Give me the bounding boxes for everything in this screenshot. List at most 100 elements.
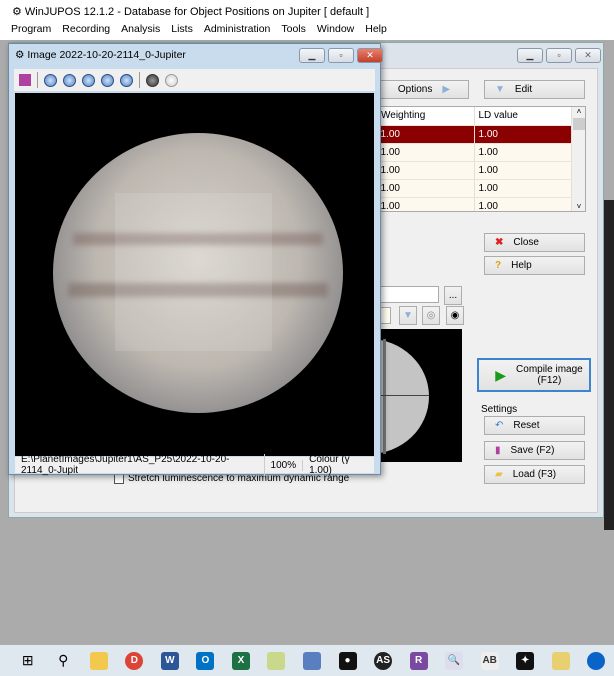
table-row[interactable]: 1.00 1.00 xyxy=(376,197,572,211)
help-label: Help xyxy=(511,260,532,271)
dropdown-button[interactable]: ▼ xyxy=(399,306,417,325)
red-x-icon: ✖ xyxy=(495,237,504,248)
menu-program[interactable]: Program xyxy=(11,23,51,40)
scroll-thumb[interactable] xyxy=(573,118,585,130)
light-circle-icon[interactable] xyxy=(165,73,178,87)
browse-button[interactable]: ... xyxy=(444,286,462,305)
excel-icon[interactable]: X xyxy=(223,645,259,676)
table-row[interactable]: 1.00 1.00 xyxy=(376,161,572,180)
table-scrollbar[interactable]: ˄ ˅ xyxy=(572,107,585,211)
ab-app-icon[interactable]: AB xyxy=(472,645,508,676)
image-status-bar: E:\PlanetImages\Jupiter1\AS_P25\2022-10-… xyxy=(15,454,374,476)
telescope-app-icon[interactable]: ✦ xyxy=(507,645,543,676)
status-zoom: 100% xyxy=(265,459,304,471)
maximize-button[interactable]: ▫ xyxy=(546,48,572,63)
app-title: WinJUPOS 12.1.2 - Database for Object Po… xyxy=(24,6,370,18)
compile-image-button[interactable]: ▶ Compile image (F12) xyxy=(477,358,591,392)
image-window: ⚙ Image 2022-10-20-2114_0-Jupiter ▁ ▫ ✕ … xyxy=(8,43,383,476)
network-app-icon[interactable] xyxy=(294,645,330,676)
reset-button[interactable]: ↶ Reset xyxy=(484,416,585,435)
stretch-horizontal-icon[interactable] xyxy=(120,73,133,87)
cell-ld: 1.00 xyxy=(474,197,572,211)
app-icon: ⚙ xyxy=(12,6,25,18)
taskbar: ⊞ ⚲ D W O X ● AS R 🔍 AB ✦ xyxy=(0,645,614,676)
menu-help[interactable]: Help xyxy=(365,23,387,40)
preview-meridian xyxy=(383,339,386,454)
minimize-button[interactable]: ▁ xyxy=(299,48,325,63)
zoom-reset-icon[interactable] xyxy=(63,73,76,87)
undo-icon: ↶ xyxy=(495,420,504,431)
menu-lists[interactable]: Lists xyxy=(171,23,193,40)
col-weighting[interactable]: Weighting xyxy=(376,107,475,126)
image-window-title: ⚙ Image 2022-10-20-2114_0-Jupiter xyxy=(15,49,186,61)
menu-analysis[interactable]: Analysis xyxy=(121,23,160,40)
table-row[interactable]: 1.00 1.00 xyxy=(376,179,572,198)
cell-ld: 1.00 xyxy=(474,143,572,162)
minimize-button[interactable]: ▁ xyxy=(517,48,543,63)
stretch-vertical-icon[interactable] xyxy=(101,73,114,87)
load-settings-button[interactable]: ▰ Load (F3) xyxy=(484,465,585,484)
chrome-icon[interactable]: D xyxy=(117,645,153,676)
notepad-app-icon[interactable] xyxy=(259,645,295,676)
separator xyxy=(37,72,38,88)
scroll-down[interactable]: ˅ xyxy=(572,202,585,211)
save-label: Save (F2) xyxy=(510,445,555,456)
save-icon[interactable] xyxy=(19,74,31,86)
options-button[interactable]: Options ▶ xyxy=(369,80,469,99)
magnifier-app-icon[interactable]: 🔍 xyxy=(436,645,472,676)
app-title-bar: ⚙ WinJUPOS 12.1.2 - Database for Object … xyxy=(0,0,614,23)
compile-shortcut: (F12) xyxy=(537,375,562,386)
background-window xyxy=(604,200,614,530)
col-ld-value[interactable]: LD value xyxy=(474,107,572,126)
cell-weighting: 1.00 xyxy=(376,143,475,162)
menu-tools[interactable]: Tools xyxy=(281,23,306,40)
compile-text: Compile image xyxy=(516,364,583,375)
menu-window[interactable]: Window xyxy=(317,23,354,40)
word-icon[interactable]: W xyxy=(152,645,188,676)
arrow-down-icon: ▼ xyxy=(495,84,505,95)
menu-administration[interactable]: Administration xyxy=(204,23,271,40)
play-icon: ▶ xyxy=(495,366,507,383)
cell-weighting: 1.00 xyxy=(376,179,475,198)
file-explorer-icon[interactable] xyxy=(81,645,117,676)
registax-icon[interactable]: R xyxy=(401,645,437,676)
cell-weighting: 1.00 xyxy=(376,125,475,144)
image-window-controls: ▁ ▫ ✕ xyxy=(299,48,383,63)
table-row[interactable]: 1.00 1.00 xyxy=(376,143,572,162)
image-title-text: Image 2022-10-20-2114_0-Jupiter xyxy=(27,49,186,61)
maximize-button[interactable]: ▫ xyxy=(328,48,354,63)
onedrive-icon[interactable] xyxy=(579,645,614,676)
jupiter-image[interactable] xyxy=(15,93,374,456)
eye-icon[interactable]: ◉ xyxy=(446,306,464,325)
dark-circle-icon[interactable] xyxy=(146,73,159,87)
zoom-in-icon[interactable] xyxy=(82,73,95,87)
status-colour: Colour (γ 1.00) xyxy=(309,454,350,476)
load-label: Load (F3) xyxy=(512,469,557,480)
close-button[interactable]: ✖ Close xyxy=(484,233,585,252)
folder-icon: ▰ xyxy=(495,469,503,480)
edit-button[interactable]: ▼ Edit xyxy=(484,80,585,99)
table-row[interactable]: 1.00 1.00 xyxy=(376,125,572,144)
help-button[interactable]: ? Help xyxy=(484,256,585,275)
close-window-button[interactable]: ✕ xyxy=(357,48,383,63)
film-app-icon[interactable]: ● xyxy=(330,645,366,676)
menu-recording[interactable]: Recording xyxy=(62,23,110,40)
cell-ld: 1.00 xyxy=(474,161,572,180)
search-icon[interactable]: ⚲ xyxy=(46,645,82,676)
preview-canvas xyxy=(369,329,462,462)
save-settings-button[interactable]: ▮ Save (F2) xyxy=(484,441,585,460)
cell-weighting: 1.00 xyxy=(376,161,475,180)
settings-group-label: Settings xyxy=(481,404,518,415)
start-button[interactable]: ⊞ xyxy=(10,645,46,676)
selection-rectangle[interactable] xyxy=(115,193,272,351)
cell-ld: 1.00 xyxy=(474,179,572,198)
zoom-out-icon[interactable] xyxy=(44,73,57,87)
outlook-icon[interactable]: O xyxy=(188,645,224,676)
question-icon: ? xyxy=(495,260,502,271)
close-window-button[interactable]: ✕ xyxy=(575,48,601,63)
asi-app-icon[interactable]: AS xyxy=(365,645,401,676)
paint-app-icon[interactable] xyxy=(543,645,579,676)
edit-label: Edit xyxy=(514,84,533,95)
image-toolbar xyxy=(14,69,375,91)
refresh-icon[interactable]: ◎ xyxy=(422,306,440,325)
